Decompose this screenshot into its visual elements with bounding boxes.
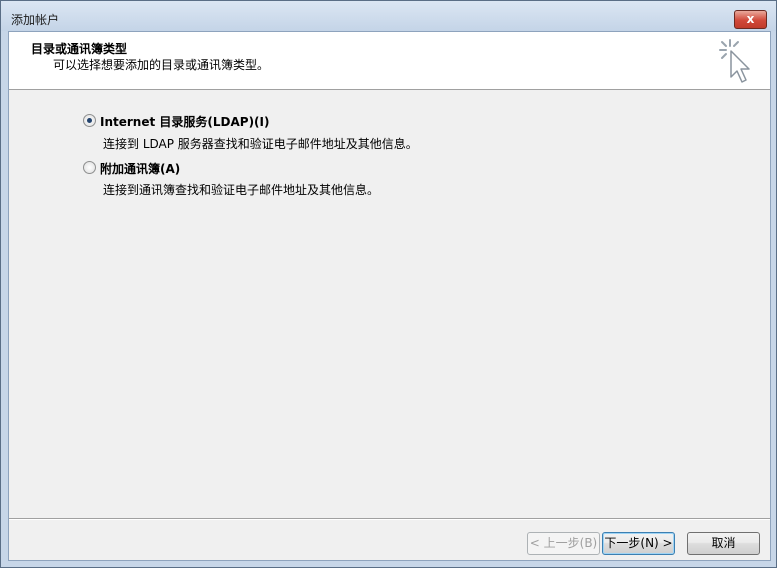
footer-divider <box>9 518 770 520</box>
wizard-sparkle-cursor-icon <box>719 39 750 83</box>
title-bar[interactable]: 添加帐户 x <box>1 1 776 31</box>
close-button[interactable]: x <box>734 10 767 29</box>
page-subtitle: 可以选择想要添加的目录或通讯簿类型。 <box>53 58 270 72</box>
wizard-header: 目录或通讯簿类型 可以选择想要添加的目录或通讯簿类型。 <box>9 32 770 90</box>
address-book-option-label[interactable]: 附加通讯簿(A) <box>100 160 180 177</box>
ldap-option-description: 连接到 LDAP 服务器查找和验证电子邮件地址及其他信息。 <box>103 137 418 151</box>
ldap-option-label[interactable]: Internet 目录服务(LDAP)(I) <box>100 113 270 130</box>
back-button[interactable]: < 上一步(B) <box>527 532 600 555</box>
next-button[interactable]: 下一步(N) > <box>602 532 675 555</box>
ldap-radio[interactable] <box>83 114 96 127</box>
address-book-radio[interactable] <box>83 161 96 174</box>
address-book-option-description: 连接到通讯簿查找和验证电子邮件地址及其他信息。 <box>103 183 380 197</box>
cancel-button[interactable]: 取消 <box>687 532 760 555</box>
dialog-client-area: 目录或通讯簿类型 可以选择想要添加的目录或通讯簿类型。 Internet 目录服… <box>8 31 771 561</box>
page-title: 目录或通讯簿类型 <box>31 42 128 56</box>
window-title: 添加帐户 <box>11 13 60 27</box>
add-account-dialog: 添加帐户 x 目录或通讯簿类型 可以选择想要添加的目录或通讯簿类型。 Inter… <box>0 0 777 568</box>
